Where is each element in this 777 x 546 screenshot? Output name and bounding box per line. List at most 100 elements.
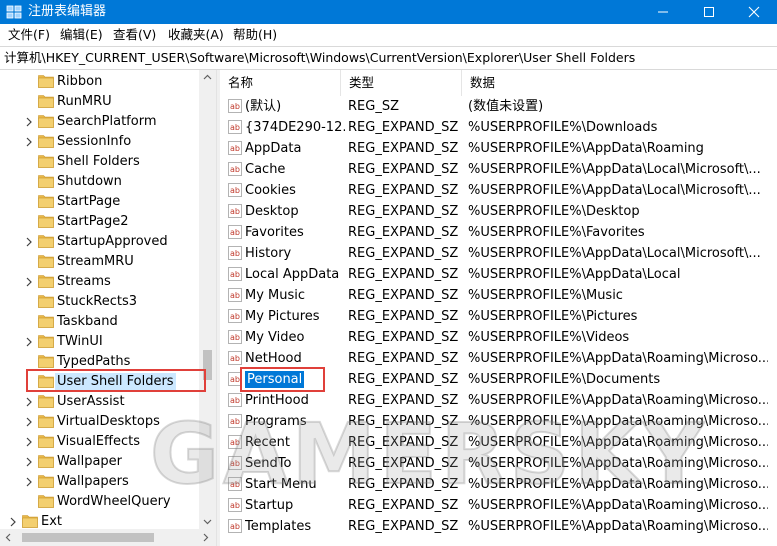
value-row[interactable]: ab Templates REG_EXPAND_SZ %USERPROFILE%\Ap…	[220, 516, 777, 537]
value-row[interactable]: ab My Pictures REG_EXPAND_SZ %USERPROFILE%\…	[220, 306, 777, 327]
tree-item[interactable]: Ribbon	[0, 72, 216, 92]
maximize-icon	[704, 7, 714, 17]
value-name: (默认)	[245, 99, 282, 114]
tree-horizontal-scroll-thumb[interactable]	[22, 533, 154, 542]
value-row[interactable]: ab Desktop REG_EXPAND_SZ %USERPROFILE%\Desk…	[220, 201, 777, 222]
tree-item-label: Shutdown	[57, 174, 122, 189]
tree-item[interactable]: StartupApproved	[0, 232, 216, 252]
value-data: %USERPROFILE%\Pictures	[468, 309, 638, 324]
string-value-icon: ab	[228, 246, 242, 260]
menu-help[interactable]: 帮助(H)	[233, 27, 277, 43]
expand-chevron-icon[interactable]	[24, 436, 34, 448]
value-row[interactable]: ab Cache REG_EXPAND_SZ %USERPROFILE%\AppDat…	[220, 159, 777, 180]
menu-favorites[interactable]: 收藏夹(A)	[168, 27, 224, 43]
value-row[interactable]: ab History REG_EXPAND_SZ %USERPROFILE%\AppD…	[220, 243, 777, 264]
highlight-box-tree	[26, 369, 206, 392]
tree-item[interactable]: Shell Folders	[0, 152, 216, 172]
string-value-icon: ab	[228, 162, 242, 176]
value-row[interactable]: ab Favorites REG_EXPAND_SZ %USERPROFILE%\Fa…	[220, 222, 777, 243]
maximize-button[interactable]	[686, 0, 732, 24]
folder-icon	[38, 134, 54, 148]
menu-view[interactable]: 查看(V)	[113, 27, 156, 43]
value-data: %USERPROFILE%\Favorites	[468, 225, 645, 240]
registry-path[interactable]: 计算机\HKEY_CURRENT_USER\Software\Microsoft…	[4, 50, 635, 66]
title-bar[interactable]: 注册表编辑器	[0, 0, 777, 24]
address-bar[interactable]: 计算机\HKEY_CURRENT_USER\Software\Microsoft…	[0, 46, 777, 70]
value-type: REG_EXPAND_SZ	[348, 309, 459, 324]
tree-item-label: Wallpapers	[57, 474, 129, 489]
value-row[interactable]: ab Cookies REG_EXPAND_SZ %USERPROFILE%\AppD…	[220, 180, 777, 201]
tree-horizontal-scrollbar[interactable]	[0, 529, 216, 546]
value-row[interactable]: ab Local AppData REG_EXPAND_SZ %USERPROFILE…	[220, 264, 777, 285]
expand-chevron-icon[interactable]	[24, 476, 34, 488]
tree-item-label: SessionInfo	[57, 134, 132, 149]
value-row[interactable]: ab My Music REG_EXPAND_SZ %USERPROFILE%\Mus…	[220, 285, 777, 306]
folder-icon	[38, 434, 54, 448]
expand-chevron-icon[interactable]	[24, 136, 34, 148]
tree-item[interactable]: Streams	[0, 272, 216, 292]
value-data: (数值未设置)	[468, 99, 544, 114]
value-row[interactable]: ab (默认) REG_SZ (数值未设置)	[220, 96, 777, 117]
expand-chevron-icon[interactable]	[24, 396, 34, 408]
string-value-icon: ab	[228, 288, 242, 302]
tree-item[interactable]: Taskband	[0, 312, 216, 332]
scroll-right-icon[interactable]	[203, 533, 209, 542]
value-type: REG_EXPAND_SZ	[348, 141, 459, 156]
tree-item-label: RunMRU	[57, 94, 112, 109]
expand-chevron-icon[interactable]	[24, 276, 34, 288]
tree-item-label: StartPage	[57, 194, 121, 209]
scroll-left-icon[interactable]	[5, 533, 11, 542]
expand-chevron-icon[interactable]	[24, 416, 34, 428]
value-type: REG_EXPAND_SZ	[348, 162, 459, 177]
value-name: Favorites	[245, 225, 304, 240]
tree-item[interactable]: StartPage2	[0, 212, 216, 232]
string-value-icon: ab	[228, 267, 242, 281]
value-data: %USERPROFILE%\AppData\Local\Microsoft\..…	[468, 162, 761, 177]
column-header-type[interactable]: 类型	[341, 70, 462, 96]
string-value-icon: ab	[228, 120, 242, 134]
value-type: REG_SZ	[348, 99, 399, 114]
tree-item[interactable]: Shutdown	[0, 172, 216, 192]
minimize-button[interactable]	[640, 0, 686, 24]
value-data: %USERPROFILE%\AppData\Local	[468, 267, 681, 282]
tree-item-label: Shell Folders	[57, 154, 140, 169]
value-data: %USERPROFILE%\Downloads	[468, 120, 658, 135]
tree-item[interactable]: SearchPlatform	[0, 112, 216, 132]
value-row[interactable]: ab AppData REG_EXPAND_SZ %USERPROFILE%\AppD…	[220, 138, 777, 159]
value-row[interactable]: ab My Video REG_EXPAND_SZ %USERPROFILE%\Vid…	[220, 327, 777, 348]
value-data: %USERPROFILE%\AppData\Roaming	[468, 141, 704, 156]
tree-item-label: StartupApproved	[57, 234, 168, 249]
tree-item-label: VirtualDesktops	[57, 414, 160, 429]
value-type: REG_EXPAND_SZ	[348, 225, 459, 240]
tree-item-label: VisualEffects	[57, 434, 140, 449]
tree-item[interactable]: StreamMRU	[0, 252, 216, 272]
tree-item[interactable]: RunMRU	[0, 92, 216, 112]
column-header-data[interactable]: 数据	[462, 70, 777, 96]
close-button[interactable]	[731, 0, 777, 24]
tree-item[interactable]: SessionInfo	[0, 132, 216, 152]
value-name: Local AppData	[245, 267, 340, 282]
scroll-down-icon[interactable]	[203, 519, 212, 525]
expand-chevron-icon[interactable]	[8, 516, 18, 528]
value-row[interactable]: ab NetHood REG_EXPAND_SZ %USERPROFILE%\AppD…	[220, 348, 777, 369]
value-name: {374DE290-12...	[245, 120, 345, 135]
value-data: %USERPROFILE%\AppData\Roaming\Microso...	[468, 519, 768, 534]
folder-icon	[38, 454, 54, 468]
scroll-up-icon[interactable]	[203, 74, 212, 80]
menu-edit[interactable]: 编辑(E)	[60, 27, 103, 43]
tree-item[interactable]: TWinUI	[0, 332, 216, 352]
tree-item-label: SearchPlatform	[57, 114, 157, 129]
expand-chevron-icon[interactable]	[24, 456, 34, 468]
tree-item[interactable]: StuckRects3	[0, 292, 216, 312]
value-name: My Pictures	[245, 309, 320, 324]
expand-chevron-icon[interactable]	[24, 236, 34, 248]
folder-icon	[38, 494, 54, 508]
column-header-name[interactable]: 名称	[220, 70, 341, 96]
expand-chevron-icon[interactable]	[24, 336, 34, 348]
string-value-icon: ab	[228, 141, 242, 155]
expand-chevron-icon[interactable]	[24, 116, 34, 128]
value-type: REG_EXPAND_SZ	[348, 120, 459, 135]
value-row[interactable]: ab {374DE290-12... REG_EXPAND_SZ %USERPROFI…	[220, 117, 777, 138]
tree-item[interactable]: StartPage	[0, 192, 216, 212]
menu-file[interactable]: 文件(F)	[8, 27, 50, 43]
